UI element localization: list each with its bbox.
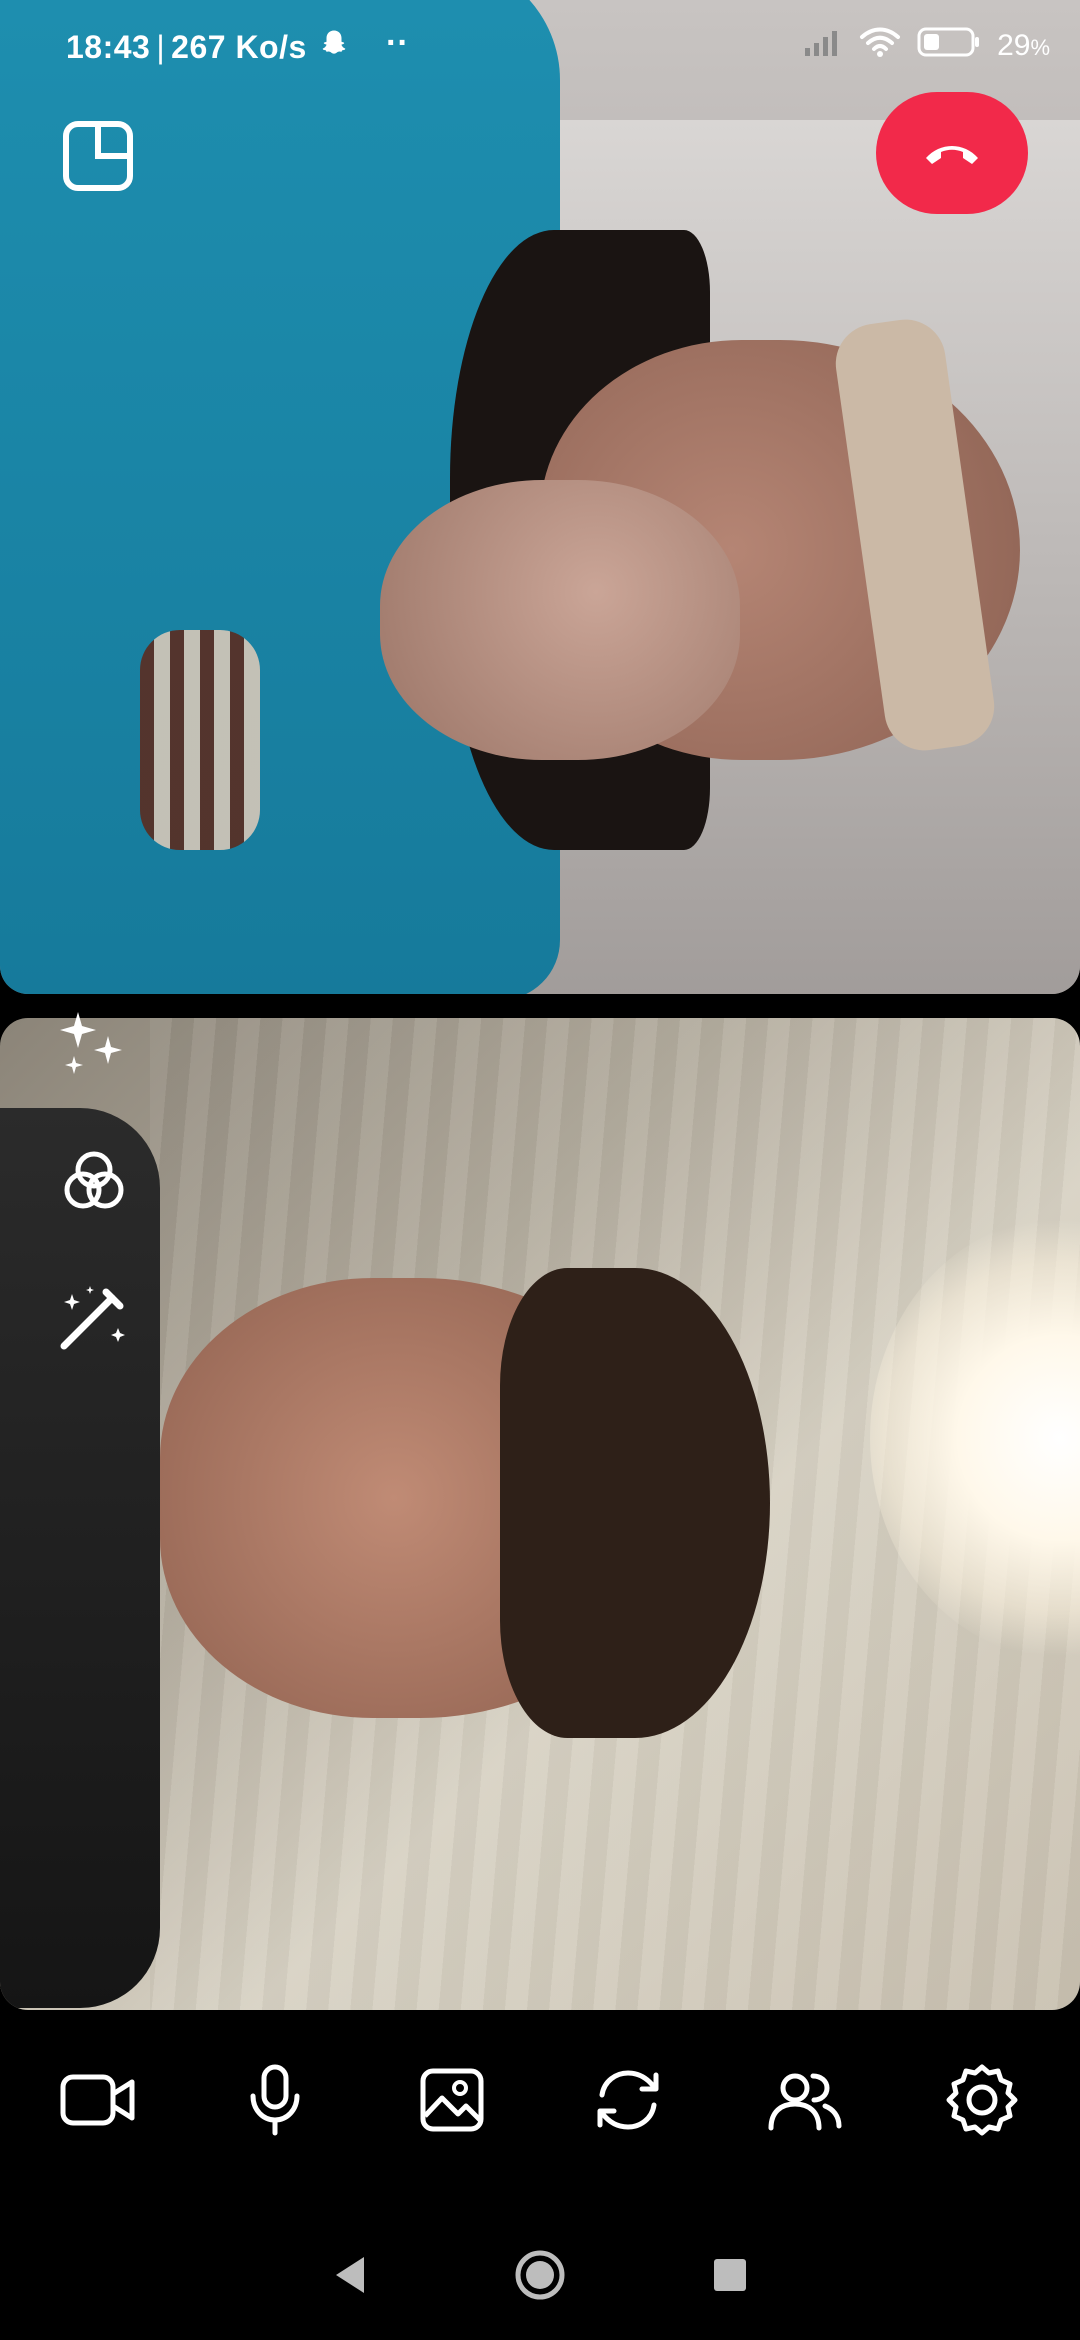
sparkles-icon [60, 1012, 122, 1074]
microphone-toggle-button[interactable] [232, 2057, 318, 2143]
nav-back-button[interactable] [320, 2245, 380, 2305]
phone-hangup-icon [926, 146, 978, 164]
self-video [0, 1018, 1080, 2010]
video-camera-icon [60, 2074, 135, 2126]
status-net-speed: 267 Ko/s [171, 28, 307, 65]
battery-percent-unit: % [1030, 35, 1050, 60]
nav-recents-button[interactable] [700, 2245, 760, 2305]
home-icon [515, 2250, 565, 2300]
magic-wand-button[interactable] [56, 1280, 132, 1356]
wifi-icon [859, 26, 901, 66]
settings-button[interactable] [939, 2057, 1025, 2143]
settings-icon [946, 2064, 1018, 2136]
remote-bracelet [140, 630, 260, 850]
signal-icon [803, 28, 843, 64]
end-call-button[interactable] [876, 92, 1028, 214]
battery-percent: 29% [997, 29, 1050, 63]
self-shirt [0, 1108, 160, 2008]
share-media-button[interactable] [409, 2057, 495, 2143]
microphone-icon [250, 2064, 300, 2136]
recents-icon [714, 2259, 746, 2291]
video-toggle-button[interactable] [55, 2057, 141, 2143]
participants-button[interactable] [762, 2057, 848, 2143]
status-right: 29% [803, 26, 1050, 66]
filters-icon [64, 1151, 124, 1209]
battery-icon [917, 26, 981, 66]
layout-split-icon [63, 121, 133, 191]
status-time: 18:43 [66, 28, 151, 65]
switch-camera-button[interactable] [585, 2057, 671, 2143]
system-nav-bar [0, 2210, 1080, 2340]
filters-button[interactable] [56, 1144, 132, 1220]
call-toolbar [0, 2010, 1080, 2190]
nav-home-button[interactable] [510, 2245, 570, 2305]
back-icon [336, 2257, 364, 2293]
effects-button[interactable] [56, 1006, 132, 1082]
battery-percent-value: 29 [997, 29, 1031, 62]
image-icon [420, 2068, 484, 2132]
status-left: 18:43 | 267 Ko/s [66, 28, 349, 66]
remote-hand [380, 480, 740, 760]
self-hair [500, 1268, 770, 1738]
magic-wand-icon [60, 1286, 125, 1350]
layout-toggle-button[interactable] [62, 120, 134, 192]
participants-icon [768, 2073, 842, 2131]
status-separator: | [156, 28, 166, 65]
switch-camera-icon [597, 2070, 659, 2130]
status-more-dots: ·· [386, 24, 409, 62]
status-bar: 18:43 | 267 Ko/s ·· 29% [0, 0, 1080, 96]
snapchat-ghost-icon [319, 28, 349, 66]
